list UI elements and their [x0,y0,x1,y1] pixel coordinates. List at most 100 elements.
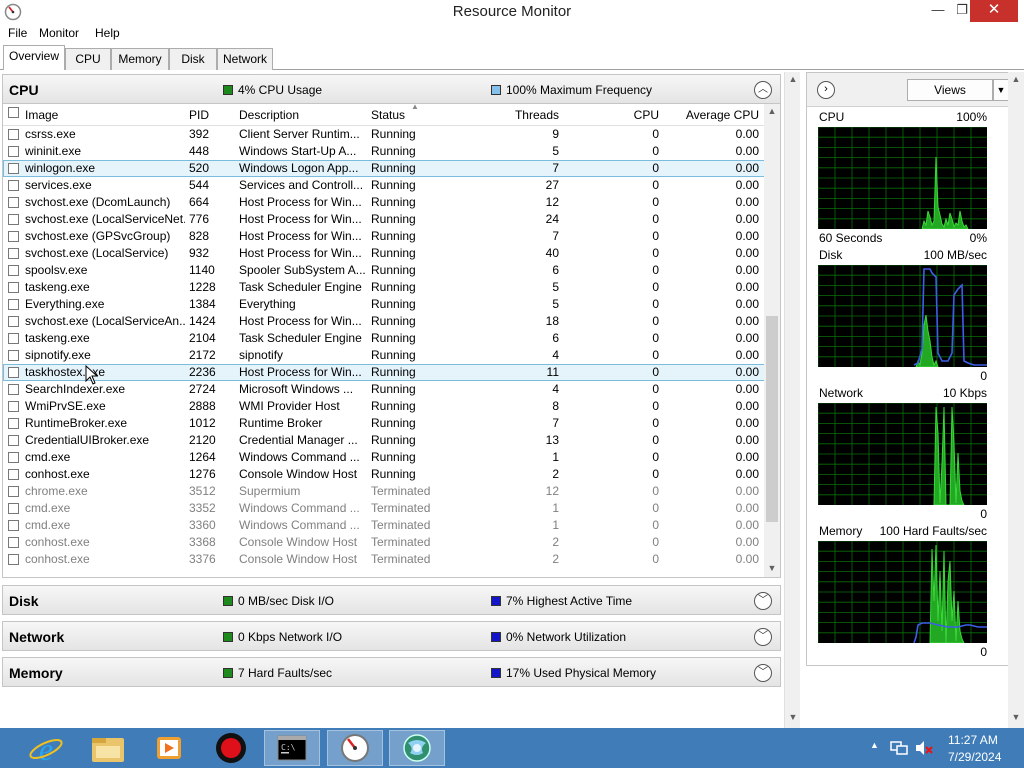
menu-help[interactable]: Help [95,26,120,40]
collapse-chevron-up-icon[interactable]: ︿ [754,81,772,99]
row-checkbox[interactable] [8,469,19,480]
taskbar-media-player[interactable] [141,730,197,766]
table-scroll-up-icon[interactable]: ▲ [764,106,780,116]
row-checkbox[interactable] [8,367,19,378]
col-image[interactable]: Image [25,108,58,122]
taskbar-resource-monitor[interactable] [327,730,383,766]
row-checkbox[interactable] [8,180,19,191]
menu-file[interactable]: File [8,26,27,40]
taskbar-record[interactable] [203,730,259,766]
row-checkbox[interactable] [8,537,19,548]
network-section-header[interactable]: Network 0 Kbps Network I/O 0% Network Ut… [2,621,781,651]
table-row[interactable]: RuntimeBroker.exe 1012 Runtime Broker Runni… [3,415,766,432]
memory-section-header[interactable]: Memory 7 Hard Faults/sec 17% Used Physic… [2,657,781,687]
table-row[interactable]: CredentialUIBroker.exe 2120 Credential Man… [3,432,766,449]
row-checkbox[interactable] [8,435,19,446]
table-row[interactable]: Everything.exe 1384 Everything Running 5 0 0.0… [3,296,766,313]
row-checkbox[interactable] [8,129,19,140]
row-checkbox[interactable] [8,384,19,395]
table-row[interactable]: sipnotify.exe 2172 sipnotify Running 4 0 0.00 [3,347,766,364]
table-row[interactable]: chrome.exe 3512 Supermium Terminated 12 0 0.00 [3,483,766,500]
table-row[interactable]: svchost.exe (GPSvcGroup) 828 Host Process … [3,228,766,245]
disk-section-header[interactable]: Disk 0 MB/sec Disk I/O 7% Highest Active… [2,585,781,615]
expand-chevron-down-icon[interactable]: ﹀ [754,664,772,682]
views-dropdown-arrow-icon[interactable]: ▼ [993,79,1009,101]
row-checkbox[interactable] [8,214,19,225]
volume-muted-icon[interactable] [914,740,934,756]
row-checkbox[interactable] [8,265,19,276]
cpu-section-header[interactable]: CPU 4% CPU Usage 100% Maximum Frequency … [2,74,781,104]
table-row[interactable]: services.exe 544 Services and Controll... R… [3,177,766,194]
table-row[interactable]: taskhostex.exe 2236 Host Process for Win..… [3,364,766,381]
table-row[interactable]: conhost.exe 3376 Console Window Host Termin… [3,551,766,568]
tab-network[interactable]: Network [217,48,273,70]
row-checkbox[interactable] [8,282,19,293]
row-checkbox[interactable] [8,554,19,565]
row-checkbox[interactable] [8,333,19,344]
row-checkbox[interactable] [8,316,19,327]
table-scroll-down-icon[interactable]: ▼ [764,563,780,573]
table-row[interactable]: SearchIndexer.exe 2724 Microsoft Windows .… [3,381,766,398]
row-checkbox[interactable] [8,146,19,157]
tab-cpu[interactable]: CPU [65,48,111,70]
expand-chevron-down-icon[interactable]: ﹀ [754,592,772,610]
col-status[interactable]: Status [371,108,405,122]
scroll-up-arrow-icon[interactable]: ▲ [785,74,801,84]
window-scroll-down-icon[interactable]: ▼ [1008,712,1024,722]
col-average-cpu[interactable]: Average CPU [669,108,759,122]
scroll-down-arrow-icon[interactable]: ▼ [785,712,801,722]
row-checkbox[interactable] [8,486,19,497]
select-all-checkbox[interactable] [8,107,19,118]
taskbar-command-prompt[interactable]: C:\ [264,730,320,766]
show-hidden-icons-icon[interactable]: ▲ [870,740,879,750]
tab-overview[interactable]: Overview [3,45,65,70]
row-checkbox[interactable] [8,248,19,259]
table-row[interactable]: conhost.exe 3368 Console Window Host Termin… [3,534,766,551]
table-row[interactable]: svchost.exe (LocalServiceNet... 776 Host P… [3,211,766,228]
col-pid[interactable]: PID [189,108,209,122]
table-row[interactable]: csrss.exe 392 Client Server Runtim... Runni… [3,126,766,143]
tab-disk[interactable]: Disk [169,48,217,70]
table-row[interactable]: WmiPrvSE.exe 2888 WMI Provider Host Running… [3,398,766,415]
taskbar-internet-explorer[interactable]: e [18,730,74,767]
close-button[interactable]: ✕ [970,0,1018,22]
row-checkbox[interactable] [8,299,19,310]
row-checkbox[interactable] [8,503,19,514]
table-row[interactable]: cmd.exe 3360 Windows Command ... Terminated… [3,517,766,534]
table-row[interactable]: svchost.exe (LocalService) 932 Host Proces… [3,245,766,262]
table-row[interactable]: cmd.exe 3352 Windows Command ... Terminated… [3,500,766,517]
row-checkbox[interactable] [8,350,19,361]
table-row[interactable]: taskeng.exe 1228 Task Scheduler Engine Runn… [3,279,766,296]
row-checkbox[interactable] [8,452,19,463]
row-checkbox[interactable] [8,197,19,208]
table-row[interactable]: conhost.exe 1276 Console Window Host Runnin… [3,466,766,483]
clock-time[interactable]: 11:27 AM [948,733,998,747]
chevron-right-icon[interactable]: › [817,81,835,99]
main-scrollbar[interactable]: ▲ ▼ [784,72,800,728]
col-cpu[interactable]: CPU [583,108,659,122]
table-row[interactable]: winlogon.exe 520 Windows Logon App... Runni… [3,160,766,177]
tab-memory[interactable]: Memory [111,48,169,70]
taskbar-file-explorer[interactable] [80,730,136,766]
views-button[interactable]: Views [907,79,993,101]
table-row[interactable]: svchost.exe (LocalServiceAn... 1424 Host P… [3,313,766,330]
taskbar-network-app[interactable] [389,730,445,766]
col-description[interactable]: Description [239,108,299,122]
table-row[interactable]: spoolsv.exe 1140 Spooler SubSystem A... Run… [3,262,766,279]
clock-date[interactable]: 7/29/2024 [948,750,1001,764]
table-row[interactable]: taskeng.exe 2104 Task Scheduler Engine Runn… [3,330,766,347]
row-checkbox[interactable] [8,418,19,429]
menu-monitor[interactable]: Monitor [39,26,79,40]
table-row[interactable]: wininit.exe 448 Windows Start-Up A... Runni… [3,143,766,160]
table-scrollbar[interactable]: ▲ ▼ [764,104,780,577]
row-checkbox[interactable] [8,231,19,242]
row-checkbox[interactable] [8,163,19,174]
expand-chevron-down-icon[interactable]: ﹀ [754,628,772,646]
col-threads[interactable]: Threads [473,108,559,122]
table-scroll-thumb[interactable] [766,316,778,522]
row-checkbox[interactable] [8,520,19,531]
network-tray-icon[interactable] [890,740,908,756]
window-scroll-up-icon[interactable]: ▲ [1008,74,1024,84]
table-row[interactable]: svchost.exe (DcomLaunch) 664 Host Process … [3,194,766,211]
table-row[interactable]: cmd.exe 1264 Windows Command ... Running 1 0 0… [3,449,766,466]
